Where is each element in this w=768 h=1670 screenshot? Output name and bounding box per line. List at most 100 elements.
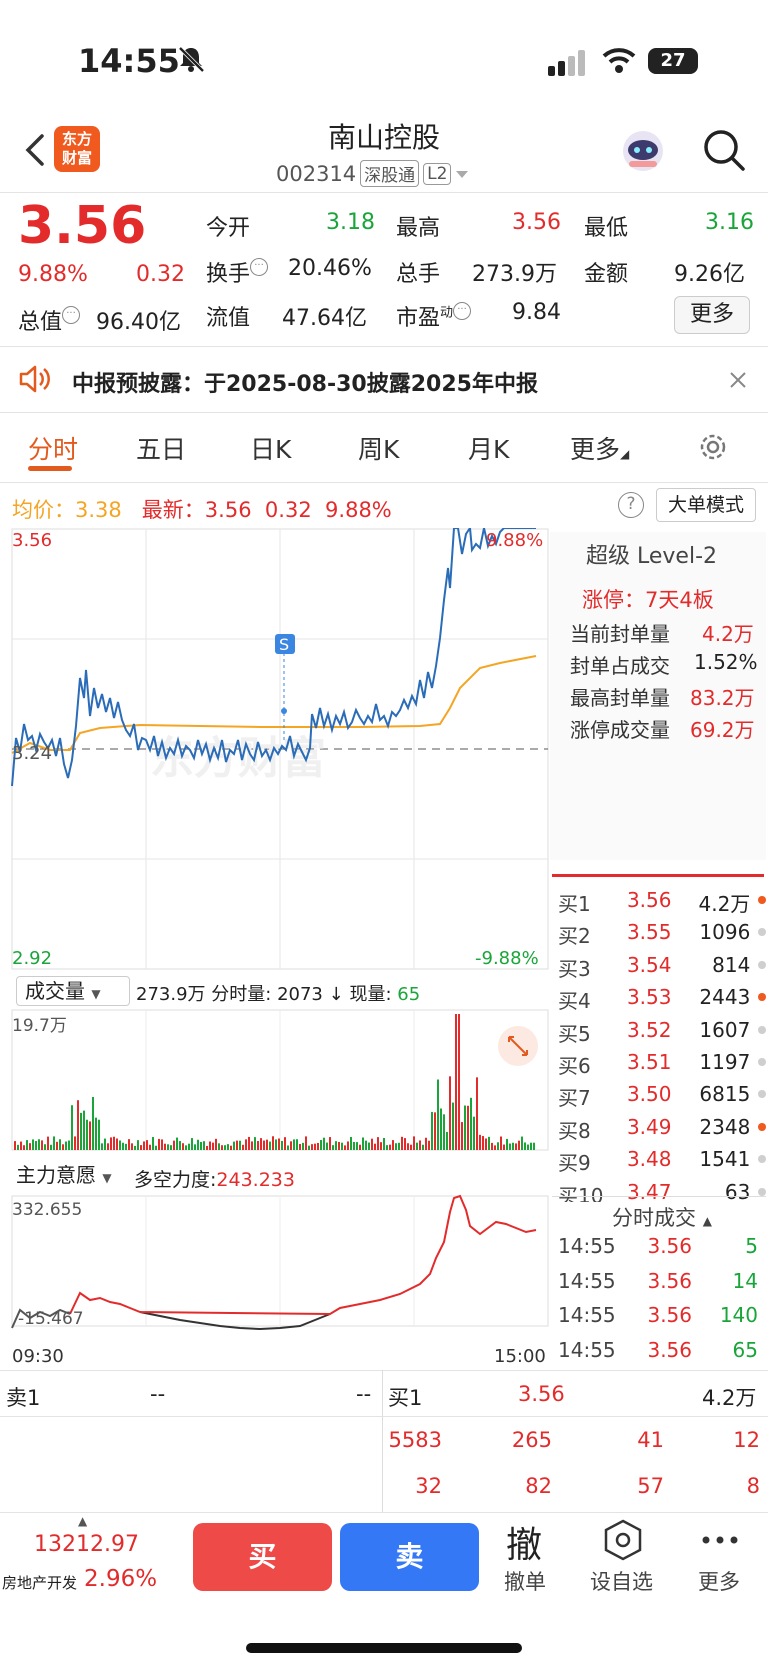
volume-bar	[197, 1139, 199, 1150]
orderbook-row[interactable]: 买3 3.54 814	[558, 953, 766, 982]
more-dots-icon[interactable]	[700, 1534, 740, 1546]
ob-volume: 2443	[699, 985, 751, 1010]
intraday-chart[interactable]: 东方财富 S 3.56 9.88% 3.24 2.92 -9.88% 19.7万…	[0, 528, 550, 1368]
notice-text[interactable]: 中报预披露：于2025-08-30披露2025年中报	[72, 366, 538, 398]
volume-bar	[386, 1145, 388, 1150]
cancel-order-icon[interactable]: 撤	[506, 1516, 542, 1568]
orderbook-row[interactable]: 买8 3.49 2348	[558, 1115, 766, 1144]
l2-value-2: 1.52%	[694, 650, 758, 674]
ob-volume: 1607	[699, 1017, 751, 1042]
tab-weekly-k[interactable]: 周K	[358, 430, 399, 466]
volume-bar	[311, 1144, 313, 1150]
ob-price: 3.49	[626, 1114, 672, 1139]
queue-cell: 57	[637, 1474, 664, 1498]
volume-bar	[413, 1136, 415, 1150]
ob-label: 买6	[558, 1054, 591, 1078]
volume-bar	[233, 1141, 235, 1150]
orderbook-row[interactable]: 买2 3.55 1096	[558, 920, 766, 949]
tick-price: 3.56	[647, 1268, 692, 1293]
volume-bar	[404, 1138, 406, 1150]
ob-volume: 814	[712, 952, 751, 977]
help-icon[interactable]: ?	[618, 492, 644, 518]
orderbook-row[interactable]: 买1 3.56 4.2万	[558, 888, 766, 917]
volume-bar	[278, 1138, 280, 1150]
orderbook-row[interactable]: 买5 3.52 1607	[558, 1018, 766, 1047]
tick-time: 14:55	[558, 1337, 616, 1362]
open-value: 3.18	[326, 210, 375, 235]
orderbook-row[interactable]: 买7 3.50 6815	[558, 1082, 766, 1111]
tab-underline	[28, 466, 72, 471]
sell-button[interactable]: 卖	[340, 1523, 479, 1591]
ob-label: 买8	[558, 1118, 591, 1143]
queue-cell: 8	[746, 1474, 760, 1498]
volume-bar	[515, 1143, 517, 1150]
orderbook-row[interactable]: 买6 3.51 1197	[558, 1050, 766, 1079]
volume-bar	[368, 1142, 370, 1150]
add-watchlist-icon[interactable]	[602, 1518, 644, 1562]
volume-bar	[374, 1143, 376, 1150]
volume-bar	[242, 1144, 244, 1150]
robot-assistant-icon[interactable]	[620, 128, 666, 174]
volume-bar	[38, 1139, 40, 1150]
index-name[interactable]: 房地产开发	[2, 1572, 77, 1593]
ob-price: 3.53	[626, 985, 672, 1010]
tab-daily-k[interactable]: 日K	[250, 430, 291, 466]
volume-selector[interactable]: 成交量 ▼	[16, 976, 130, 1006]
search-icon[interactable]	[702, 128, 746, 172]
tab-intraday[interactable]: 分时	[28, 430, 78, 466]
orderbook-row[interactable]: 买4 3.53 2443	[558, 985, 766, 1014]
volume-bar	[485, 1138, 487, 1150]
index-value[interactable]: 13212.97	[34, 1532, 139, 1557]
volume-bar	[14, 1141, 16, 1150]
volume-bar	[500, 1136, 502, 1150]
up-arrow-icon: ▲	[78, 1514, 88, 1528]
current-price: 3.56	[18, 196, 147, 256]
buy-button[interactable]: 买	[193, 1523, 332, 1591]
volume-bar	[467, 1105, 469, 1150]
tab-five-day[interactable]: 五日	[136, 430, 186, 466]
big-order-mode-button[interactable]: 大单模式	[656, 488, 756, 522]
end-time: 15:00	[494, 1346, 546, 1367]
volume-bar	[305, 1136, 307, 1150]
tick-time: 14:55	[558, 1234, 616, 1258]
add-watchlist-label[interactable]: 设自选	[590, 1566, 653, 1596]
l2-tag: L2	[423, 162, 452, 185]
orderbook-row[interactable]: 买9 3.48 1541	[558, 1147, 766, 1176]
volume-bar	[353, 1141, 355, 1150]
ob-label: 买4	[558, 989, 591, 1014]
settings-gear-icon[interactable]	[696, 430, 730, 464]
tab-more[interactable]: 更多◢	[570, 430, 629, 466]
top-pct: 9.88%	[486, 530, 543, 551]
speaker-icon	[19, 365, 50, 393]
cancel-order-label[interactable]: 撤单	[504, 1566, 546, 1596]
volume-bar	[44, 1144, 46, 1150]
volume-bar	[494, 1145, 496, 1150]
volume-bar	[188, 1143, 190, 1150]
volume-bar	[176, 1137, 178, 1150]
change-amount: 0.32	[136, 262, 185, 287]
volume-bar	[200, 1141, 202, 1150]
index-pct[interactable]: 2.96%	[84, 1566, 157, 1592]
ticks-title[interactable]: 分时成交 ▲	[612, 1202, 712, 1232]
tab-monthly-k[interactable]: 月K	[468, 430, 509, 466]
volume-bar	[260, 1138, 262, 1150]
l2-label-1: 当前封单量	[570, 622, 670, 646]
volume-bar	[389, 1144, 391, 1150]
volume-bar	[347, 1141, 349, 1150]
volume-bar	[350, 1136, 352, 1150]
more-quote-button[interactable]: 更多	[674, 296, 750, 334]
volume-bar	[479, 1134, 481, 1150]
tick-volume: 5	[745, 1234, 758, 1258]
volume-bar	[116, 1138, 118, 1150]
volume-bar	[482, 1136, 484, 1150]
force-selector[interactable]: 主力意愿 ▼	[16, 1161, 126, 1191]
volume-bar	[137, 1140, 139, 1150]
close-icon[interactable]	[728, 370, 748, 390]
volume-bar	[185, 1145, 187, 1150]
stock-subline[interactable]: 002314 深股通 L2	[276, 160, 469, 187]
dropdown-icon	[456, 170, 469, 178]
orderbook-divider	[552, 874, 764, 877]
volume-bar	[149, 1144, 151, 1150]
more-label[interactable]: 更多	[698, 1566, 740, 1596]
orderbook-row[interactable]: 买10 3.47 63	[558, 1180, 766, 1202]
